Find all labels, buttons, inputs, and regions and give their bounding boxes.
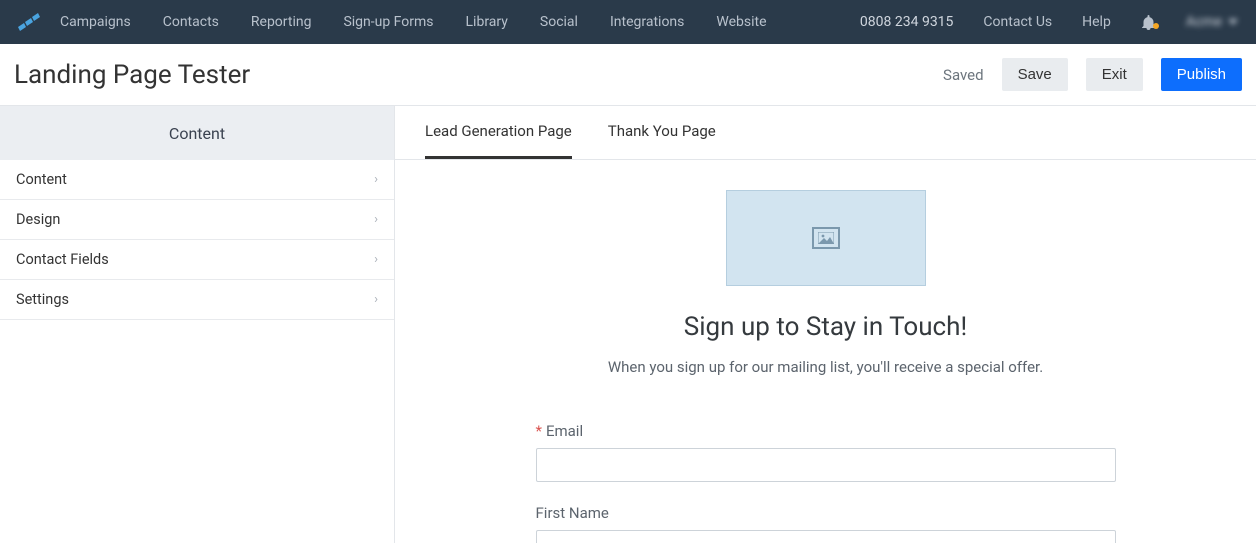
nav-contact-us[interactable]: Contact Us xyxy=(983,14,1052,30)
chevron-right-icon: › xyxy=(374,252,378,267)
sidebar-item-label: Contact Fields xyxy=(16,251,109,268)
phone-number: 0808 234 9315 xyxy=(860,14,954,30)
chevron-down-icon xyxy=(1228,19,1238,25)
brand-logo[interactable] xyxy=(18,13,42,31)
main-layout: Content Content › Design › Contact Field… xyxy=(0,106,1256,543)
top-nav: Campaigns Contacts Reporting Sign-up For… xyxy=(0,0,1256,44)
form-headline: Sign up to Stay in Touch! xyxy=(536,312,1116,342)
notifications-icon[interactable] xyxy=(1141,14,1156,30)
required-indicator: * xyxy=(536,422,542,440)
sidebar-item-contact-fields[interactable]: Contact Fields › xyxy=(0,240,394,280)
nav-link-social[interactable]: Social xyxy=(540,14,578,30)
header-actions: Saved Save Exit Publish xyxy=(943,58,1242,91)
label-email-text: Email xyxy=(546,422,583,440)
nav-link-website[interactable]: Website xyxy=(716,14,766,30)
canvas: Sign up to Stay in Touch! When you sign … xyxy=(536,160,1116,543)
sidebar-item-settings[interactable]: Settings › xyxy=(0,280,394,320)
nav-link-contacts[interactable]: Contacts xyxy=(163,14,219,30)
image-icon xyxy=(812,227,840,249)
sidebar-item-label: Content xyxy=(16,171,67,188)
input-email[interactable] xyxy=(536,448,1116,482)
nav-link-integrations[interactable]: Integrations xyxy=(610,14,684,30)
form-subtext: When you sign up for our mailing list, y… xyxy=(536,358,1116,376)
tab-thank-you[interactable]: Thank You Page xyxy=(608,106,716,159)
saved-status: Saved xyxy=(943,66,984,84)
editor-area: Lead Generation Page Thank You Page Sign… xyxy=(395,106,1256,543)
nav-link-library[interactable]: Library xyxy=(466,14,508,30)
save-button[interactable]: Save xyxy=(1002,58,1068,91)
chevron-right-icon: › xyxy=(374,212,378,227)
editor-sidebar: Content Content › Design › Contact Field… xyxy=(0,106,395,543)
label-first-name: First Name xyxy=(536,504,1116,522)
page-header: Landing Page Tester Saved Save Exit Publ… xyxy=(0,44,1256,106)
user-name: Acme xyxy=(1186,14,1222,30)
sidebar-item-content[interactable]: Content › xyxy=(0,160,394,200)
chevron-right-icon: › xyxy=(374,292,378,307)
sidebar-item-design[interactable]: Design › xyxy=(0,200,394,240)
field-first-name: First Name xyxy=(536,504,1116,543)
notification-dot-icon xyxy=(1153,23,1159,29)
user-menu[interactable]: Acme xyxy=(1186,14,1238,30)
publish-button[interactable]: Publish xyxy=(1161,58,1242,91)
nav-help[interactable]: Help xyxy=(1082,14,1111,30)
page-tabs: Lead Generation Page Thank You Page xyxy=(395,106,1256,160)
sidebar-item-label: Settings xyxy=(16,291,69,308)
canvas-scroll[interactable]: Sign up to Stay in Touch! When you sign … xyxy=(395,160,1256,543)
exit-button[interactable]: Exit xyxy=(1086,58,1143,91)
sidebar-heading: Content xyxy=(0,106,394,160)
nav-right: 0808 234 9315 Contact Us Help Acme xyxy=(860,14,1238,30)
sidebar-item-label: Design xyxy=(16,211,60,228)
tab-lead-generation[interactable]: Lead Generation Page xyxy=(425,106,572,159)
nav-link-campaigns[interactable]: Campaigns xyxy=(60,14,131,30)
nav-links: Campaigns Contacts Reporting Sign-up For… xyxy=(60,14,767,30)
nav-link-signup-forms[interactable]: Sign-up Forms xyxy=(343,14,433,30)
chevron-right-icon: › xyxy=(374,172,378,187)
page-title: Landing Page Tester xyxy=(14,60,250,90)
input-first-name[interactable] xyxy=(536,530,1116,543)
image-placeholder[interactable] xyxy=(726,190,926,286)
field-email: *Email xyxy=(536,422,1116,482)
label-email: *Email xyxy=(536,422,1116,440)
nav-link-reporting[interactable]: Reporting xyxy=(251,14,312,30)
